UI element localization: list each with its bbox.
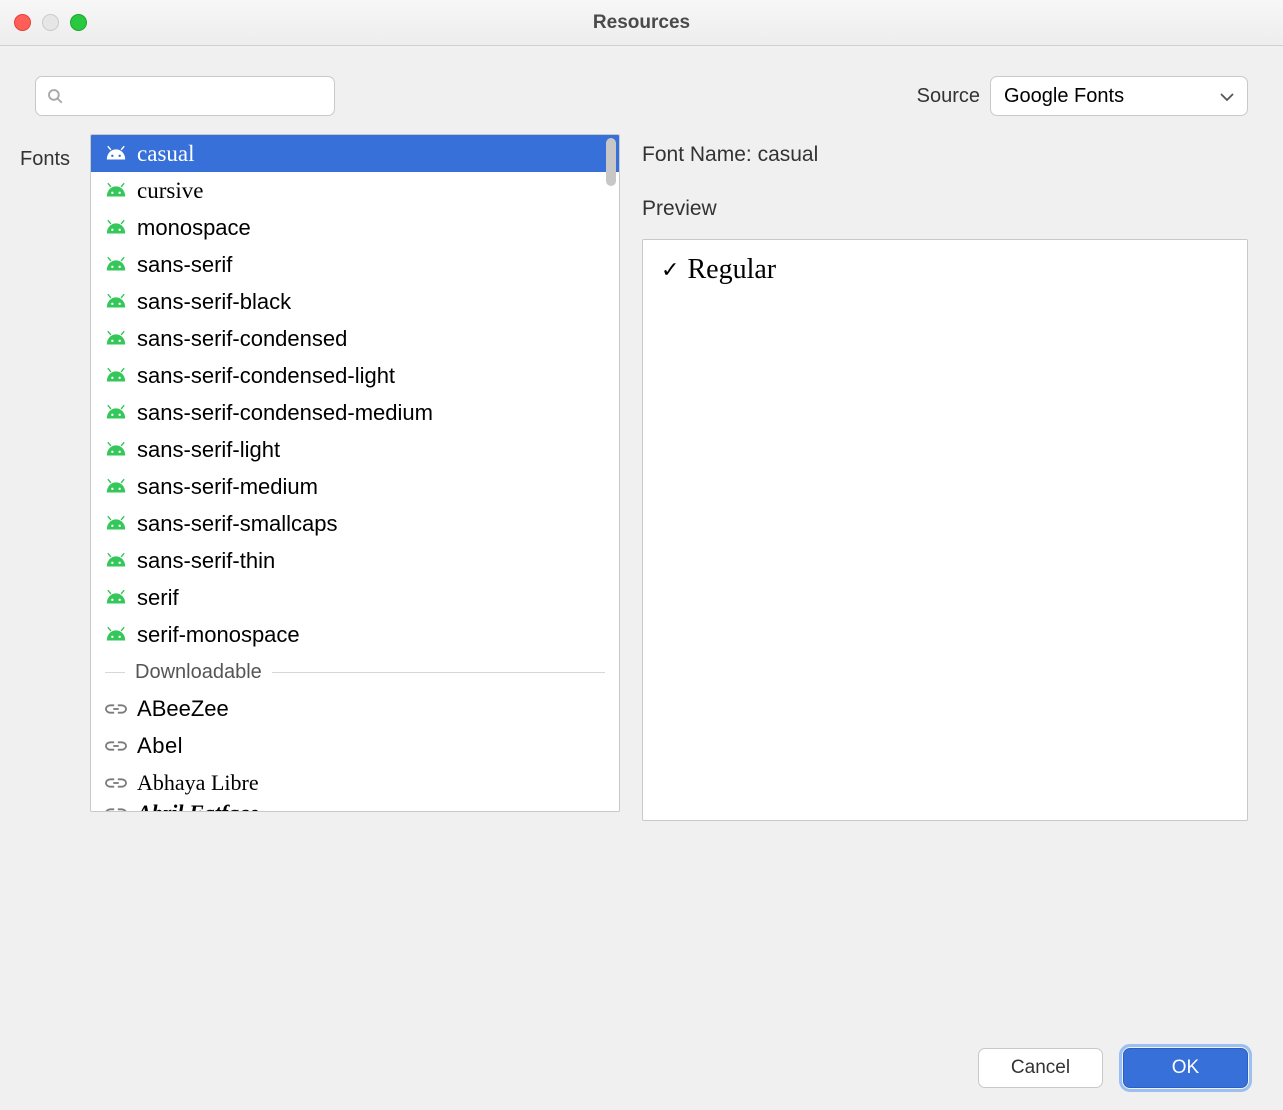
- list-item-label: Abel: [137, 733, 183, 759]
- list-item[interactable]: Abel: [91, 727, 619, 764]
- android-icon: [105, 293, 127, 311]
- list-item[interactable]: cursive: [91, 172, 619, 209]
- scrollbar-thumb[interactable]: [606, 138, 616, 186]
- list-item[interactable]: sans-serif-medium: [91, 468, 619, 505]
- close-window-button[interactable]: [14, 14, 31, 31]
- android-icon: [105, 256, 127, 274]
- list-item-label: ABeeZee: [137, 696, 229, 722]
- preview-label: Preview: [642, 197, 1248, 221]
- source-select[interactable]: Google Fonts: [990, 76, 1248, 116]
- link-icon: [105, 804, 127, 811]
- content: Fonts casual cursive monospace sans-serif sa…: [0, 134, 1283, 821]
- list-item[interactable]: Abhaya Libre: [91, 764, 619, 801]
- android-icon: [105, 404, 127, 422]
- left-column: Fonts casual cursive monospace sans-serif sa…: [20, 134, 620, 821]
- android-icon: [105, 145, 127, 163]
- list-divider: Downloadable: [91, 653, 619, 690]
- font-name-value: casual: [758, 143, 819, 166]
- fonts-label: Fonts: [20, 134, 70, 821]
- maximize-window-button[interactable]: [70, 14, 87, 31]
- list-item[interactable]: sans-serif-smallcaps: [91, 505, 619, 542]
- android-icon: [105, 441, 127, 459]
- toolbar: Source Google Fonts: [0, 46, 1283, 134]
- list-item-label: Abril Fatface: [137, 801, 259, 811]
- list-item-label: sans-serif-medium: [137, 474, 318, 500]
- details-panel: Font Name: casual Preview ✓ Regular: [642, 134, 1248, 821]
- list-item-label: sans-serif-smallcaps: [137, 511, 338, 537]
- list-item-label: monospace: [137, 215, 251, 241]
- android-icon: [105, 367, 127, 385]
- list-item-label: serif: [137, 585, 179, 611]
- font-name-row: Font Name: casual: [642, 143, 1248, 167]
- cancel-button[interactable]: Cancel: [978, 1048, 1103, 1088]
- list-item[interactable]: sans-serif-thin: [91, 542, 619, 579]
- search-input[interactable]: [70, 86, 324, 107]
- list-item[interactable]: serif: [91, 579, 619, 616]
- scrollbar[interactable]: [604, 136, 618, 810]
- android-icon: [105, 589, 127, 607]
- list-item[interactable]: casual: [91, 135, 619, 172]
- list-item-label: Abhaya Libre: [137, 770, 259, 796]
- list-item-label: sans-serif-condensed-medium: [137, 400, 433, 426]
- list-item[interactable]: sans-serif-condensed: [91, 320, 619, 357]
- font-list-scroll[interactable]: casual cursive monospace sans-serif sans-ser…: [91, 135, 619, 811]
- list-item-label: serif-monospace: [137, 622, 300, 648]
- traffic-lights: [14, 14, 87, 31]
- list-item[interactable]: ABeeZee: [91, 690, 619, 727]
- list-item[interactable]: sans-serif-condensed-medium: [91, 394, 619, 431]
- preview-variant[interactable]: ✓ Regular: [661, 254, 1229, 286]
- search-icon: [46, 87, 64, 105]
- titlebar: Resources: [0, 0, 1283, 46]
- android-icon: [105, 626, 127, 644]
- preview-variant-label: Regular: [687, 254, 776, 286]
- android-icon: [105, 219, 127, 237]
- android-icon: [105, 478, 127, 496]
- list-item[interactable]: sans-serif-condensed-light: [91, 357, 619, 394]
- source-label: Source: [917, 85, 980, 108]
- list-item-label: sans-serif-condensed-light: [137, 363, 395, 389]
- list-item-label: cursive: [137, 178, 203, 204]
- search-field[interactable]: [35, 76, 335, 116]
- list-item-label: sans-serif-condensed: [137, 326, 347, 352]
- checkmark-icon: ✓: [661, 257, 679, 283]
- minimize-window-button[interactable]: [42, 14, 59, 31]
- ok-button[interactable]: OK: [1123, 1048, 1248, 1088]
- list-item-label: casual: [137, 141, 194, 167]
- list-item[interactable]: monospace: [91, 209, 619, 246]
- android-icon: [105, 515, 127, 533]
- link-icon: [105, 774, 127, 792]
- chevron-down-icon: [1220, 85, 1234, 108]
- list-item-label: sans-serif-light: [137, 437, 280, 463]
- list-item-label: sans-serif-black: [137, 289, 291, 315]
- link-icon: [105, 737, 127, 755]
- source-select-value: Google Fonts: [1004, 85, 1124, 108]
- window-title: Resources: [593, 12, 690, 34]
- list-item[interactable]: Abril Fatface: [91, 801, 619, 811]
- list-item[interactable]: serif-monospace: [91, 616, 619, 653]
- list-item[interactable]: sans-serif-black: [91, 283, 619, 320]
- list-item[interactable]: sans-serif-light: [91, 431, 619, 468]
- footer: Cancel OK: [0, 1026, 1283, 1110]
- font-name-label: Font Name:: [642, 143, 758, 166]
- link-icon: [105, 700, 127, 718]
- android-icon: [105, 552, 127, 570]
- list-item-label: sans-serif-thin: [137, 548, 275, 574]
- font-list: casual cursive monospace sans-serif sans-ser…: [90, 134, 620, 812]
- source-group: Source Google Fonts: [917, 76, 1248, 116]
- list-item[interactable]: sans-serif: [91, 246, 619, 283]
- list-item-label: sans-serif: [137, 252, 232, 278]
- android-icon: [105, 182, 127, 200]
- preview-box: ✓ Regular: [642, 239, 1248, 821]
- android-icon: [105, 330, 127, 348]
- divider-label: Downloadable: [135, 661, 262, 684]
